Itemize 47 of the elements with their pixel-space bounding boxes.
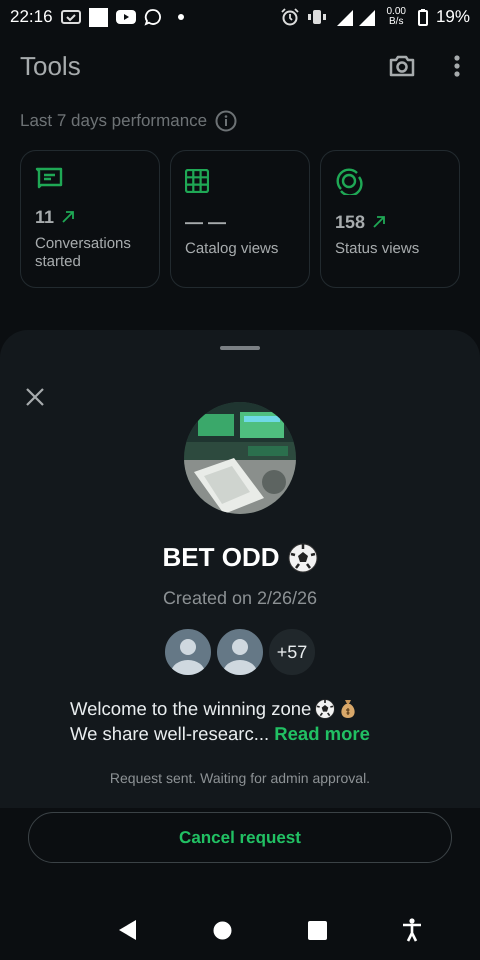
page-title: Tools	[20, 50, 81, 82]
message-icon	[35, 167, 63, 189]
signal-icon	[334, 8, 374, 26]
grid-icon	[185, 168, 209, 192]
cancel-request-button[interactable]: Cancel request	[28, 812, 452, 863]
home-icon[interactable]	[213, 920, 232, 940]
drag-handle[interactable]	[220, 346, 260, 350]
chat-notification-icon	[144, 8, 162, 26]
stat-label: Catalog views	[185, 240, 280, 258]
section-title: Last 7 days performance	[20, 110, 208, 132]
stat-card[interactable]: 11 Conversations started	[20, 150, 160, 288]
read-more-link[interactable]: Read more	[274, 723, 370, 744]
stat-label: Status views	[335, 240, 420, 258]
dot-icon	[178, 14, 184, 20]
close-icon[interactable]	[25, 387, 45, 407]
battery-percent: 19%	[436, 6, 470, 28]
vibrate-icon	[306, 10, 326, 24]
description-text: We share well-researc... Read more	[70, 722, 371, 746]
network-speed-text: 0.00	[386, 7, 406, 17]
group-name: BET ODD	[162, 541, 280, 574]
soccer-ball-icon	[315, 698, 336, 718]
more-options-icon[interactable]	[454, 55, 460, 77]
info-icon[interactable]	[215, 110, 238, 132]
status-icon	[335, 166, 363, 194]
stat-card[interactable]: — — Catalog views	[170, 150, 310, 288]
alarm-icon	[280, 8, 298, 26]
stat-value: — —	[185, 210, 226, 234]
back-icon[interactable]	[118, 919, 138, 941]
request-status-text: Request sent. Waiting for admin approval.	[110, 769, 370, 788]
square-notification-icon	[88, 8, 108, 26]
more-members-count[interactable]: +57	[266, 626, 318, 678]
clock-time: 22:16	[10, 6, 53, 28]
battery-icon	[418, 8, 428, 26]
stat-card[interactable]: 158 Status views	[320, 150, 460, 288]
camera-icon[interactable]	[388, 54, 416, 78]
video-notification-icon	[116, 10, 136, 24]
created-date: Created on 2/26/26	[162, 587, 318, 610]
recents-icon[interactable]	[308, 920, 327, 940]
stat-label: Conversations started	[35, 234, 132, 270]
checkbox-notification-icon	[60, 9, 81, 25]
stat-value: 11	[35, 206, 54, 228]
stat-value: 158	[335, 210, 366, 234]
description-text: Welcome to the winning zone	[70, 697, 312, 721]
network-unit-text: B/s	[389, 17, 404, 27]
accessibility-icon[interactable]	[402, 918, 422, 942]
money-bag-icon	[339, 698, 358, 718]
soccer-ball-icon	[288, 542, 318, 572]
